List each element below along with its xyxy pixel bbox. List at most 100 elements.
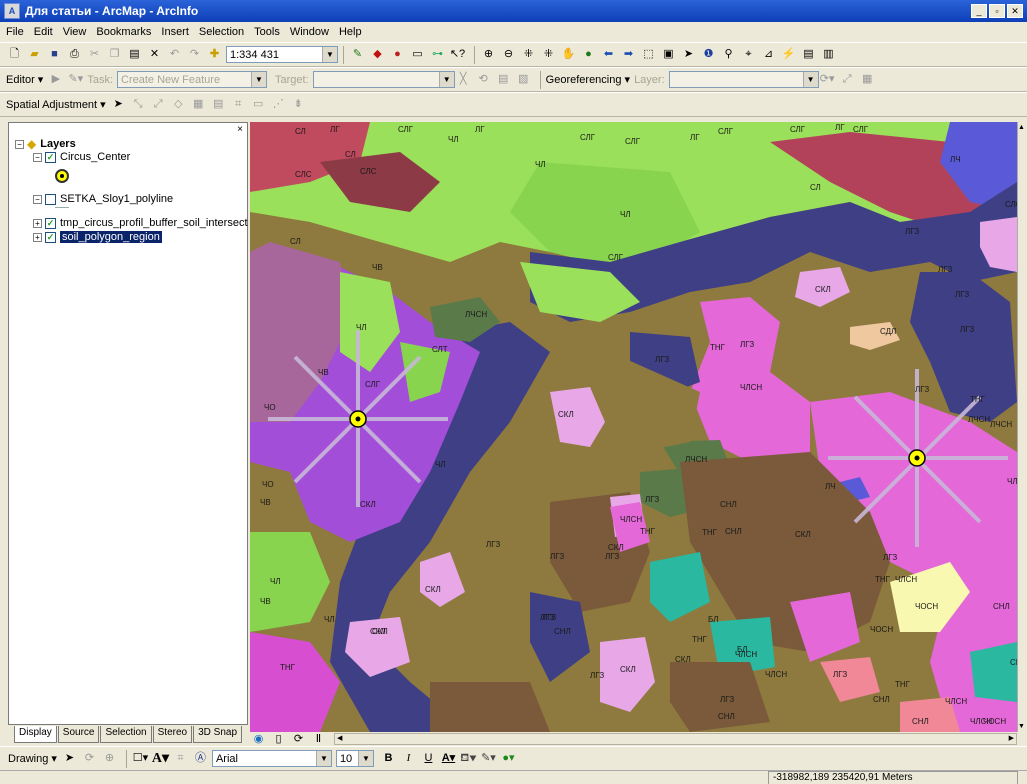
layer-tmp-circus-profil-buffer[interactable]: + ✓ tmp_circus_profil_buffer_soil_inters… bbox=[33, 217, 248, 229]
marker-color-icon[interactable]: ●▾ bbox=[500, 750, 517, 767]
font-size-combo[interactable]: 10 ▼ bbox=[335, 750, 374, 767]
new-displacement-link-icon[interactable]: ⤡ bbox=[130, 96, 147, 113]
pan-hand-icon[interactable]: ✋ bbox=[560, 46, 577, 63]
expand-icon[interactable]: + bbox=[33, 232, 42, 242]
arccatalog-icon[interactable]: ● bbox=[389, 46, 406, 63]
view-link-table-icon[interactable]: ▦ bbox=[190, 96, 207, 113]
chevron-down-icon[interactable]: ▼ bbox=[357, 751, 373, 766]
menu-tools[interactable]: Tools bbox=[254, 26, 280, 38]
time-slider-icon[interactable]: ▤ bbox=[800, 46, 817, 63]
data-view-icon[interactable]: ◉ bbox=[250, 731, 267, 748]
editor-menu-button[interactable]: Editor ▾ bbox=[6, 73, 43, 86]
chevron-down-icon[interactable]: ▼ bbox=[315, 751, 331, 766]
chevron-down-icon[interactable]: ▼ bbox=[251, 72, 267, 87]
bold-icon[interactable]: B bbox=[380, 750, 397, 767]
edit-vertices-icon[interactable]: ⌗ bbox=[172, 750, 189, 767]
attribute-transfer-icon[interactable]: ⇟ bbox=[290, 96, 307, 113]
refresh-icon[interactable]: ⟳ bbox=[290, 731, 307, 748]
fixed-zoom-in-icon[interactable]: ⁜ bbox=[520, 46, 537, 63]
full-extent-globe-icon[interactable]: ● bbox=[580, 46, 597, 63]
layer-circus-center[interactable]: − ✓ Circus_Center bbox=[33, 151, 130, 163]
delete-icon[interactable]: ✕ bbox=[146, 46, 163, 63]
menu-insert[interactable]: Insert bbox=[161, 26, 189, 38]
layer-visibility-checkbox[interactable]: ✓ bbox=[45, 231, 56, 243]
pause-drawing-icon[interactable]: Ⅱ bbox=[310, 731, 327, 748]
redo-icon[interactable]: ↷ bbox=[186, 46, 203, 63]
close-button[interactable]: ✕ bbox=[1007, 4, 1023, 18]
go-to-xy-icon[interactable]: ⌖ bbox=[740, 46, 757, 63]
georeferencing-menu-button[interactable]: Georeferencing ▾ bbox=[546, 73, 630, 86]
zoom-out-icon[interactable]: ⊖ bbox=[500, 46, 517, 63]
chevron-down-icon[interactable]: ▼ bbox=[322, 47, 337, 62]
minimize-button[interactable]: _ bbox=[971, 4, 987, 18]
georef-layer-combo[interactable]: ▼ bbox=[668, 71, 819, 88]
font-combo[interactable]: Arial ▼ bbox=[211, 750, 332, 767]
font-type-icon[interactable]: Ⓐ bbox=[192, 750, 209, 767]
save-icon[interactable]: ■ bbox=[46, 46, 63, 63]
select-elements-icon[interactable]: ➤ bbox=[61, 750, 78, 767]
tab-selection[interactable]: Selection bbox=[100, 726, 152, 743]
rotate-tool-icon[interactable]: ⟲ bbox=[475, 71, 492, 88]
close-toc-icon[interactable]: × bbox=[237, 124, 243, 135]
identify-icon[interactable]: ❶ bbox=[700, 46, 717, 63]
layer-visibility-checkbox[interactable]: ✓ bbox=[45, 151, 56, 163]
drawing-menu-button[interactable]: Drawing ▾ bbox=[8, 752, 57, 765]
line-color-icon[interactable]: ✎▾ bbox=[480, 750, 497, 767]
expand-icon[interactable]: + bbox=[33, 218, 42, 228]
measure-icon[interactable]: ⊿ bbox=[760, 46, 777, 63]
spatial-adjustment-menu-button[interactable]: Spatial Adjustment ▾ bbox=[6, 98, 106, 111]
rotate-element-icon[interactable]: ⟳ bbox=[81, 750, 98, 767]
zoom-to-selected-icon[interactable]: ⊕ bbox=[101, 750, 118, 767]
zoom-in-icon[interactable]: ⊕ bbox=[480, 46, 497, 63]
menu-view[interactable]: View bbox=[63, 26, 87, 38]
menu-file[interactable]: File bbox=[6, 26, 24, 38]
sketch-tool-icon[interactable]: ✎▾ bbox=[67, 71, 84, 88]
menu-help[interactable]: Help bbox=[339, 26, 362, 38]
polyline-symbol[interactable] bbox=[55, 207, 69, 208]
model-builder-icon[interactable]: ⊶ bbox=[429, 46, 446, 63]
scroll-right-icon[interactable]: ▶ bbox=[1009, 734, 1014, 742]
tab-source[interactable]: Source bbox=[57, 726, 100, 743]
fixed-zoom-out-icon[interactable]: ⁜ bbox=[540, 46, 557, 63]
scroll-left-icon[interactable]: ◀ bbox=[337, 734, 342, 742]
fill-color-icon[interactable]: ⛾▾ bbox=[460, 750, 477, 767]
soil-polygon-bl[interactable] bbox=[970, 642, 1017, 702]
menu-selection[interactable]: Selection bbox=[199, 26, 244, 38]
new-document-icon[interactable]: 🗋 bbox=[6, 46, 23, 63]
chevron-down-icon[interactable]: ▼ bbox=[802, 72, 818, 87]
menu-bookmarks[interactable]: Bookmarks bbox=[96, 26, 151, 38]
menu-edit[interactable]: Edit bbox=[34, 26, 53, 38]
open-folder-icon[interactable]: ▰ bbox=[26, 46, 43, 63]
limited-adjustment-icon[interactable]: ⌗ bbox=[230, 96, 247, 113]
layout-view-icon[interactable]: ▯ bbox=[270, 731, 287, 748]
paste-icon[interactable]: ▤ bbox=[126, 46, 143, 63]
layer-setka-sloy1-polyline[interactable]: − SETKA_Sloy1_polyline bbox=[33, 193, 173, 205]
arctoolbox-icon[interactable]: ◆ bbox=[369, 46, 386, 63]
tab-3d-snap[interactable]: 3D Snap bbox=[193, 726, 243, 743]
view-link-table-icon[interactable]: ▦ bbox=[859, 71, 876, 88]
map-scale-combo[interactable]: 1:334 431 ▼ bbox=[226, 46, 338, 63]
collapse-icon[interactable]: − bbox=[33, 152, 42, 162]
multiple-links-icon[interactable]: ◇ bbox=[170, 96, 187, 113]
print-icon[interactable]: ⎙ bbox=[66, 46, 83, 63]
layers-root[interactable]: − ◆ Layers bbox=[15, 137, 76, 151]
layer-name[interactable]: Circus_Center bbox=[60, 151, 130, 163]
add-data-icon[interactable]: ✚ bbox=[206, 46, 223, 63]
editor-toolbar-icon[interactable]: ✎ bbox=[349, 46, 366, 63]
tab-display[interactable]: Display bbox=[14, 726, 57, 743]
whats-this-icon[interactable]: ↖? bbox=[449, 46, 466, 63]
select-features-icon[interactable]: ⬚ bbox=[640, 46, 657, 63]
circus-center-point[interactable] bbox=[908, 449, 926, 467]
modify-link-icon[interactable]: ⤢ bbox=[150, 96, 167, 113]
split-tool-icon[interactable]: ╳ bbox=[455, 71, 472, 88]
identity-link-icon[interactable]: ▤ bbox=[210, 96, 227, 113]
new-text-icon[interactable]: A▾ bbox=[152, 750, 169, 767]
create-viewer-icon[interactable]: ▥ bbox=[820, 46, 837, 63]
hyperlink-icon[interactable]: ⚡ bbox=[780, 46, 797, 63]
underline-icon[interactable]: U bbox=[420, 750, 437, 767]
attributes-icon[interactable]: ▤ bbox=[495, 71, 512, 88]
soil-polygon-snl[interactable] bbox=[430, 682, 550, 732]
edit-tool-arrow-icon[interactable]: ▶ bbox=[47, 71, 64, 88]
layer-visibility-checkbox[interactable] bbox=[45, 193, 56, 205]
edge-match-icon[interactable]: ⋰ bbox=[270, 96, 287, 113]
